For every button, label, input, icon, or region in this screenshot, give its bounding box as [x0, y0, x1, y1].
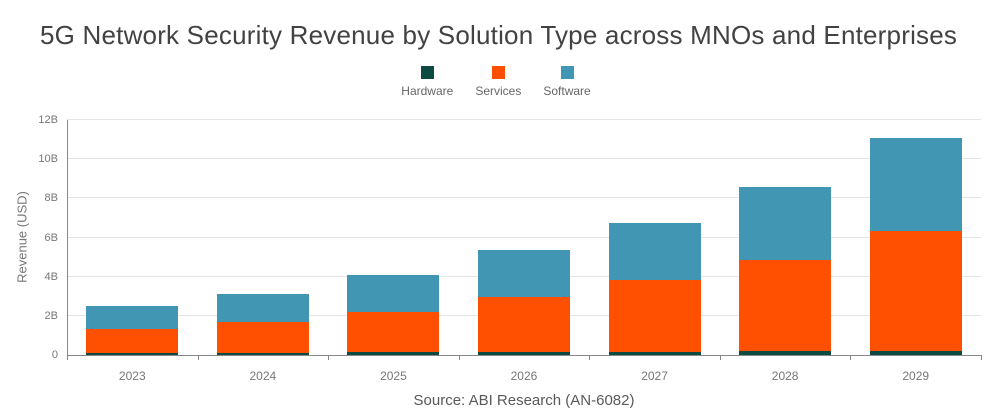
bar-segment-2024-hardware[interactable]	[217, 353, 309, 355]
x-tick-label-2027: 2027	[589, 369, 720, 383]
bar-segment-2029-software[interactable]	[870, 138, 962, 231]
x-tick-label-2029: 2029	[850, 369, 981, 383]
legend-item-services[interactable]: Services	[475, 66, 521, 98]
gridline	[67, 237, 981, 238]
bar-segment-2029-hardware[interactable]	[870, 351, 962, 355]
bar-segment-2026-hardware[interactable]	[478, 352, 570, 355]
bar-segment-2029-services[interactable]	[870, 231, 962, 351]
x-tick-label-2026: 2026	[459, 369, 590, 383]
bar-segment-2025-hardware[interactable]	[347, 352, 439, 355]
legend-item-software[interactable]: Software	[543, 66, 590, 98]
bar-segment-2027-software[interactable]	[609, 223, 701, 280]
x-axis-tick	[850, 355, 851, 360]
y-tick-label: 6B	[18, 232, 58, 244]
legend-label: Hardware	[401, 84, 453, 98]
bar-segment-2028-services[interactable]	[739, 260, 831, 351]
x-tick-label-2024: 2024	[198, 369, 329, 383]
legend-swatch-software-icon	[561, 66, 574, 79]
report-canvas: 5G Network Security Revenue by Solution …	[0, 0, 992, 420]
x-axis-tick	[720, 355, 721, 360]
y-axis-line	[67, 120, 68, 355]
y-tick-label: 2B	[18, 310, 58, 322]
legend-item-hardware[interactable]: Hardware	[401, 66, 453, 98]
y-tick-label: 0	[18, 349, 58, 361]
bar-segment-2027-services[interactable]	[609, 280, 701, 352]
bar-segment-2028-software[interactable]	[739, 187, 831, 260]
bar-segment-2026-services[interactable]	[478, 297, 570, 352]
x-axis-line	[67, 355, 981, 356]
x-axis-tick	[981, 355, 982, 360]
x-tick-label-2028: 2028	[720, 369, 851, 383]
x-tick-label-2025: 2025	[328, 369, 459, 383]
source-caption: Source: ABI Research (AN-6082)	[414, 392, 635, 409]
gridline	[67, 158, 981, 159]
legend: Hardware Services Software	[0, 66, 992, 98]
bar-segment-2024-software[interactable]	[217, 294, 309, 322]
legend-label: Software	[543, 84, 590, 98]
x-axis-tick	[328, 355, 329, 360]
bar-segment-2024-services[interactable]	[217, 322, 309, 352]
y-tick-label: 10B	[18, 153, 58, 165]
y-tick-label: 4B	[18, 271, 58, 283]
bar-segment-2025-services[interactable]	[347, 312, 439, 353]
y-tick-label: 12B	[18, 114, 58, 126]
bar-segment-2026-software[interactable]	[478, 250, 570, 297]
bar-segment-2025-software[interactable]	[347, 275, 439, 312]
gridline	[67, 119, 981, 120]
bar-segment-2023-hardware[interactable]	[86, 353, 178, 355]
legend-label: Services	[475, 84, 521, 98]
x-axis-tick	[589, 355, 590, 360]
x-tick-label-2023: 2023	[67, 369, 198, 383]
x-axis-tick	[198, 355, 199, 360]
x-axis-tick	[459, 355, 460, 360]
bar-segment-2028-hardware[interactable]	[739, 351, 831, 355]
legend-swatch-hardware-icon	[421, 66, 434, 79]
gridline	[67, 197, 981, 198]
y-tick-label: 8B	[18, 192, 58, 204]
x-axis-tick	[67, 355, 68, 360]
legend-swatch-services-icon	[492, 66, 505, 79]
bar-segment-2027-hardware[interactable]	[609, 352, 701, 355]
bar-segment-2023-services[interactable]	[86, 329, 178, 353]
chart-title: 5G Network Security Revenue by Solution …	[40, 20, 957, 51]
bar-segment-2023-software[interactable]	[86, 306, 178, 329]
